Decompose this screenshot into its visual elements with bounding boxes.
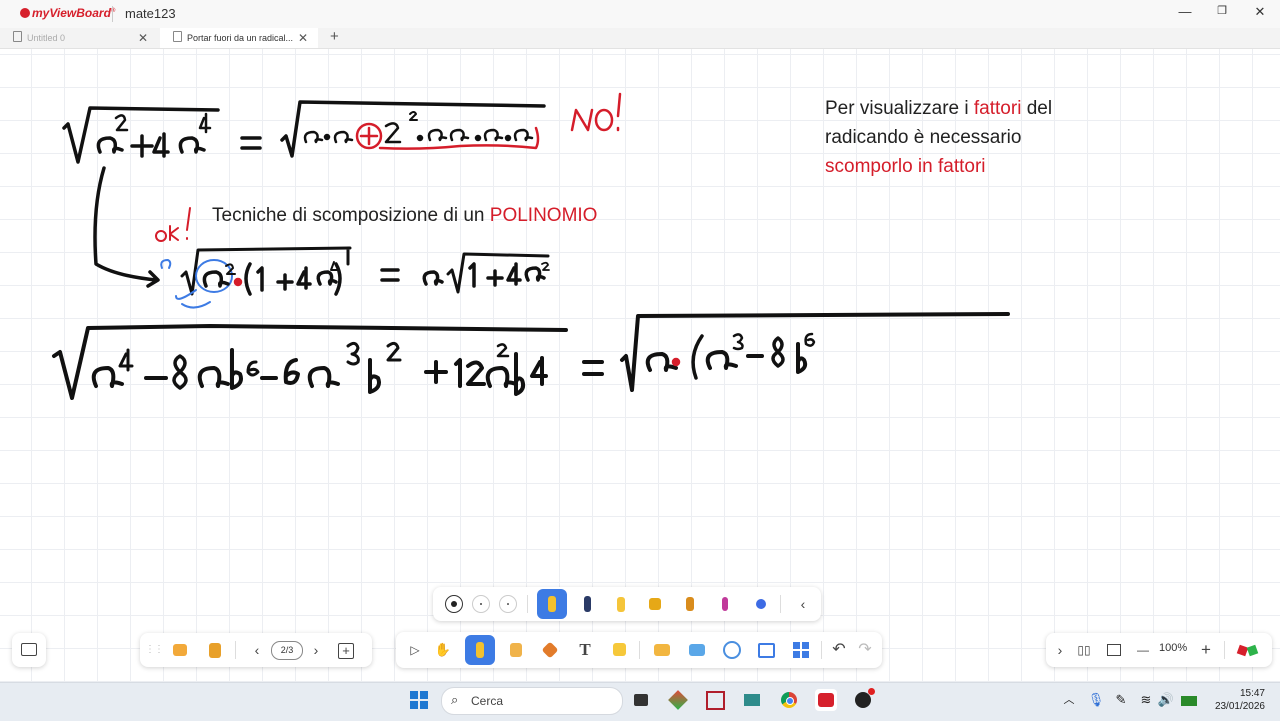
zoom-level[interactable]: 100% bbox=[1159, 642, 1187, 654]
viewsonic-apps-icon[interactable] bbox=[1235, 638, 1259, 662]
page-navigation-bar: ⋮⋮ ‹ 2/3 › + bbox=[140, 633, 372, 667]
zoom-out-button[interactable]: — bbox=[1131, 638, 1155, 662]
drag-handle-icon[interactable]: ⋮⋮ bbox=[142, 638, 166, 662]
volume-icon[interactable]: 🔊 bbox=[1155, 689, 1177, 711]
screenshot-icon[interactable] bbox=[754, 638, 778, 662]
search-icon: ⌕ bbox=[451, 692, 459, 707]
map-icon[interactable]: ▯▯ bbox=[1072, 638, 1096, 662]
note-highlight: scomporlo in fattori bbox=[825, 156, 986, 177]
sparkle-pen-icon[interactable] bbox=[749, 592, 773, 616]
taskbar-search[interactable]: ⌕ Cerca bbox=[441, 687, 623, 715]
clock-date: 23/01/2026 bbox=[1214, 701, 1265, 712]
copilot-app-icon[interactable] bbox=[667, 689, 689, 711]
pen-tool-icon[interactable] bbox=[465, 635, 495, 665]
brush-icon[interactable] bbox=[643, 592, 667, 616]
task-view-icon[interactable] bbox=[630, 689, 652, 711]
pen-size-small[interactable] bbox=[496, 592, 520, 616]
sticky-note-icon[interactable] bbox=[607, 638, 631, 662]
page-indicator[interactable]: 2/3 bbox=[271, 641, 303, 660]
bar-divider bbox=[235, 641, 236, 659]
redo-button[interactable]: ↷ bbox=[853, 638, 877, 662]
windows-start-icon[interactable] bbox=[408, 689, 430, 711]
add-page-button[interactable]: + bbox=[334, 638, 358, 662]
section-subtitle: Tecniche di scomposizione di un POLINOMI… bbox=[212, 205, 597, 227]
system-clock[interactable]: 15:47 23/01/2026 bbox=[1210, 687, 1265, 713]
toolbar-divider bbox=[821, 641, 822, 659]
laser-pen-icon[interactable] bbox=[678, 592, 702, 616]
battery-icon[interactable] bbox=[1178, 689, 1200, 711]
hand-pan-icon[interactable]: ✋ bbox=[431, 638, 455, 662]
presentation-app-icon[interactable] bbox=[704, 689, 726, 711]
collapse-panel-button[interactable]: ‹ bbox=[791, 592, 815, 616]
wifi-icon[interactable]: ≋ bbox=[1135, 689, 1157, 711]
undo-button[interactable]: ↶ bbox=[827, 638, 851, 662]
fit-screen-icon[interactable] bbox=[1102, 638, 1126, 662]
note-text: del bbox=[1021, 98, 1053, 119]
pen-options-panel: ‹ bbox=[433, 587, 821, 621]
folder-icon[interactable] bbox=[650, 638, 674, 662]
zoom-bar: › ▯▯ — 100% + bbox=[1046, 633, 1272, 667]
next-page-button[interactable]: › bbox=[304, 638, 328, 662]
clipboard-icon[interactable] bbox=[203, 638, 227, 662]
chrome-icon[interactable] bbox=[778, 689, 800, 711]
pen-size-medium[interactable] bbox=[469, 592, 493, 616]
insert-image-icon[interactable] bbox=[685, 638, 709, 662]
shapes-icon[interactable] bbox=[538, 638, 562, 662]
magic-pen-icon[interactable] bbox=[713, 592, 737, 616]
monitor-app-icon[interactable] bbox=[741, 689, 763, 711]
explanation-note: Per visualizzare i fattori del radicando… bbox=[825, 94, 1125, 181]
previous-page-button[interactable]: ‹ bbox=[245, 638, 269, 662]
pen-tray-icon[interactable]: ✎ bbox=[1110, 689, 1132, 711]
subtitle-highlight: POLINOMIO bbox=[489, 205, 598, 226]
clock-time: 15:47 bbox=[1239, 688, 1265, 699]
text-tool-icon[interactable]: T bbox=[573, 638, 597, 662]
subtitle-text: Tecniche di scomposizione di un bbox=[212, 205, 490, 226]
toolbar-divider bbox=[639, 641, 640, 659]
bar-divider bbox=[1224, 641, 1225, 659]
note-highlight: fattori bbox=[973, 98, 1022, 119]
highlighter-icon[interactable] bbox=[609, 592, 633, 616]
obs-app-icon[interactable] bbox=[852, 688, 875, 711]
microphone-icon[interactable]: 🎙 bbox=[1085, 689, 1107, 711]
board-view-button[interactable] bbox=[12, 633, 46, 667]
eraser-icon[interactable] bbox=[504, 638, 528, 662]
note-text: radicando è necessario bbox=[825, 127, 1022, 148]
zoom-in-button[interactable]: + bbox=[1194, 638, 1218, 662]
pencil-icon[interactable] bbox=[537, 589, 567, 619]
apps-grid-icon[interactable] bbox=[789, 638, 813, 662]
expand-bar-button[interactable]: › bbox=[1048, 638, 1072, 662]
marker-icon[interactable] bbox=[575, 592, 599, 616]
bag-icon[interactable] bbox=[168, 638, 192, 662]
tray-expand-icon[interactable]: ︿ bbox=[1058, 689, 1080, 711]
add-page-icon: + bbox=[338, 643, 354, 659]
note-text: Per visualizzare i bbox=[825, 98, 974, 119]
myviewboard-taskbar-icon[interactable] bbox=[815, 689, 837, 711]
select-pointer-icon[interactable]: ▷ bbox=[403, 638, 427, 662]
board-icon bbox=[17, 638, 41, 662]
panel-divider bbox=[780, 595, 781, 613]
pen-size-large[interactable] bbox=[442, 592, 466, 616]
main-toolbar: ▷ ✋ T ↶ ↷ bbox=[396, 632, 882, 668]
search-placeholder: Cerca bbox=[471, 694, 504, 708]
panel-divider bbox=[527, 595, 528, 613]
web-browser-icon[interactable] bbox=[720, 638, 744, 662]
